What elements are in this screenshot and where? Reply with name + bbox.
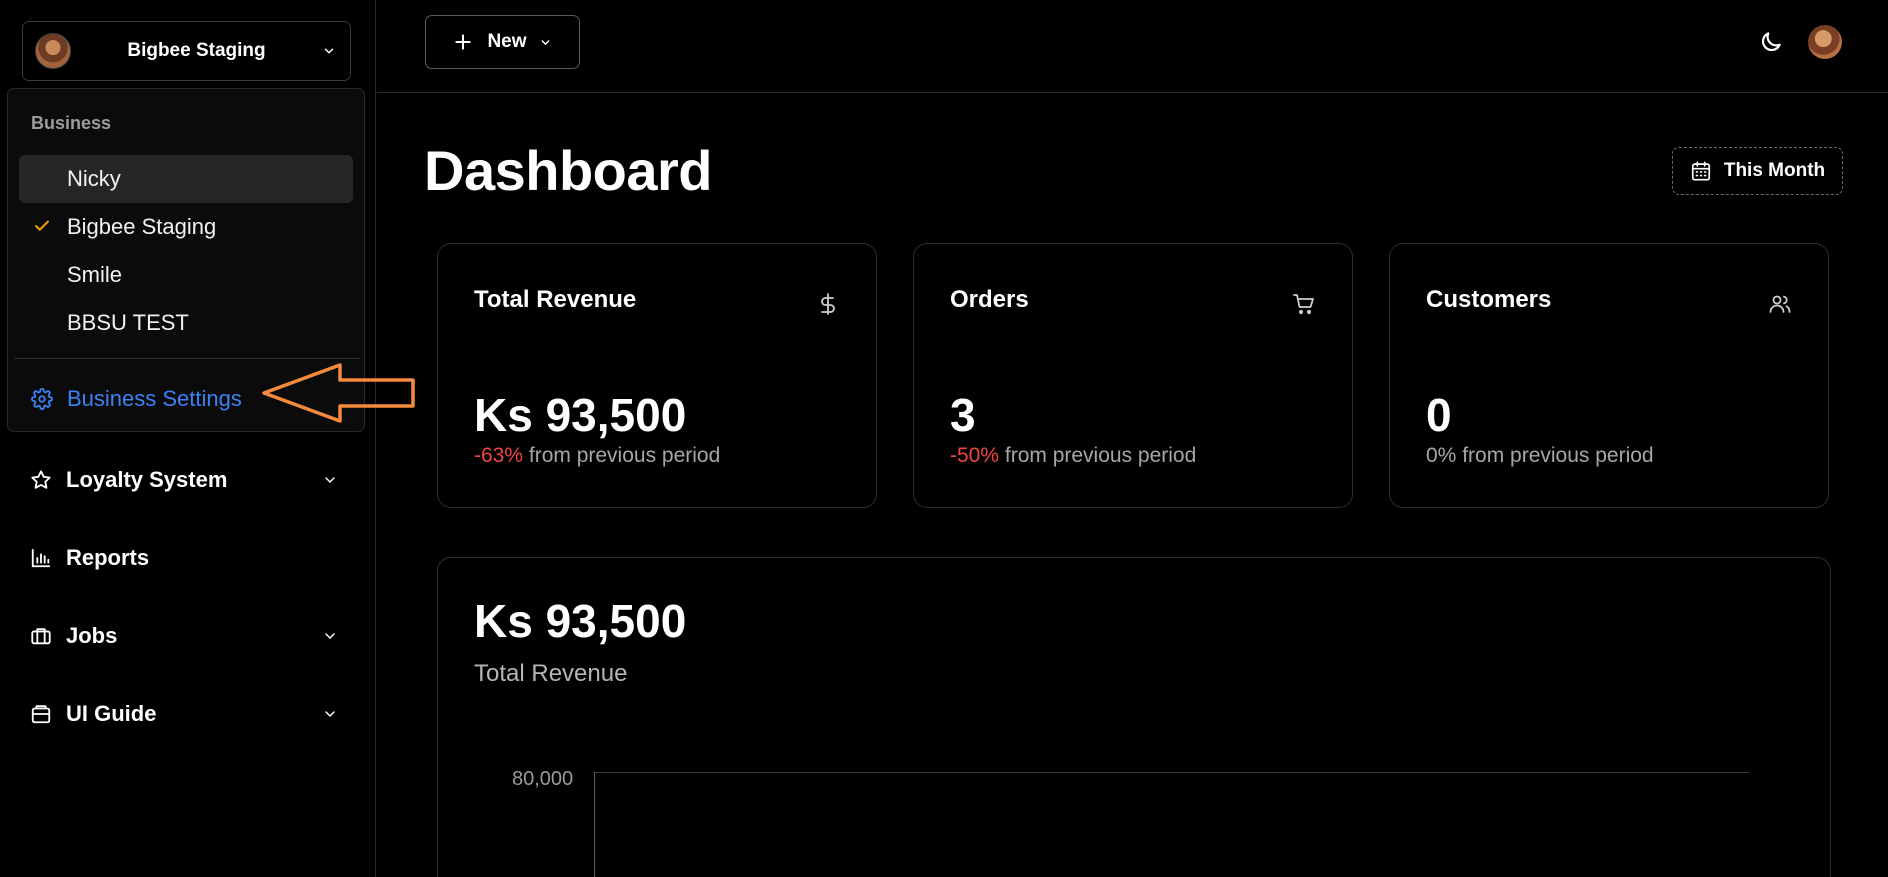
chart-y-axis [594, 772, 595, 877]
new-button-label: New [487, 31, 527, 52]
dropdown-divider [14, 358, 360, 359]
business-option-label: Bigbee Staging [67, 214, 217, 239]
period-filter-button[interactable]: This Month [1672, 147, 1843, 195]
revenue-chart-value: Ks 93,500 [474, 595, 687, 647]
annotation-arrow-icon [262, 363, 415, 423]
stat-card-change: 0% from previous period [1426, 444, 1654, 468]
sidebar-item-loyalty-system[interactable]: Loyalty System [30, 460, 346, 500]
period-filter-label: This Month [1723, 160, 1826, 181]
stat-card-change: -50% from previous period [950, 444, 1196, 468]
revenue-chart-card: Ks 93,500 Total Revenue 80,000 [437, 557, 1831, 877]
sidebar-item-label: Loyalty System [66, 467, 228, 492]
business-option-smile[interactable]: Smile [19, 251, 353, 299]
business-name: Bigbee Staging [127, 40, 266, 61]
star-icon [31, 470, 51, 489]
sidebar-item-label: Jobs [66, 623, 118, 648]
change-suffix: from previous period [999, 444, 1197, 467]
stat-card-value: Ks 93,500 [474, 389, 687, 441]
change-percent: 0% [1426, 444, 1457, 467]
bar-chart-icon [31, 548, 51, 568]
chevron-down-icon [324, 48, 334, 54]
stat-card-title: Total Revenue [474, 286, 637, 313]
stat-card-total-revenue: Total Revenue Ks 93,500 -63% from previo… [437, 243, 877, 508]
revenue-chart-label: Total Revenue [474, 660, 628, 687]
change-suffix: from previous period [1456, 444, 1654, 467]
gear-icon [31, 388, 53, 410]
business-settings-link[interactable]: Business Settings [31, 381, 242, 417]
stat-card-title: Customers [1426, 286, 1552, 313]
chevron-down-icon [325, 711, 335, 718]
chevron-down-icon [541, 39, 549, 45]
business-option-nicky[interactable]: Nicky [19, 155, 353, 203]
stat-card-title: Orders [950, 286, 1029, 313]
sidebar-item-jobs[interactable]: Jobs [30, 616, 346, 656]
stat-card-customers: Customers 0 0% from previous period [1389, 243, 1829, 508]
calendar-icon [1691, 161, 1710, 181]
sidebar-item-ui-guide[interactable]: UI Guide [30, 694, 346, 734]
stat-card-value: 3 [950, 389, 976, 441]
plus-icon [455, 34, 472, 50]
business-avatar [35, 33, 71, 69]
change-percent: -63% [474, 444, 524, 467]
dropdown-heading: Business [31, 113, 112, 133]
page-title: Dashboard [424, 139, 713, 202]
business-option-bbsu-test[interactable]: BBSU TEST [19, 299, 353, 347]
check-icon [35, 220, 49, 231]
business-switcher[interactable]: Bigbee Staging [22, 21, 351, 81]
change-suffix: from previous period [523, 444, 721, 467]
topbar: New [377, 0, 1888, 93]
dollar-icon [821, 293, 835, 315]
chevron-down-icon [325, 633, 335, 640]
sidebar-item-reports[interactable]: Reports [30, 538, 346, 578]
package-icon [31, 705, 51, 724]
user-avatar[interactable] [1808, 25, 1842, 59]
moon-icon[interactable] [1758, 29, 1784, 55]
business-settings-label: Business Settings [67, 386, 242, 411]
business-option-label: Smile [67, 262, 123, 287]
business-option-bigbee-staging[interactable]: Bigbee Staging [19, 203, 353, 251]
change-percent: -50% [950, 444, 1000, 467]
briefcase-icon [31, 628, 51, 645]
chevron-down-icon [325, 477, 335, 484]
y-axis-tick-label: 80,000 [512, 768, 574, 790]
users-icon [1769, 295, 1791, 313]
sidebar-item-label: Reports [66, 545, 150, 570]
stat-card-orders: Orders 3 -50% from previous period [913, 243, 1353, 508]
chart-gridline [595, 772, 1749, 773]
stat-card-value: 0 [1426, 389, 1452, 441]
business-option-label: Nicky [67, 166, 121, 191]
sidebar-item-label: UI Guide [66, 701, 157, 726]
business-option-label: BBSU TEST [67, 310, 189, 335]
stat-card-change: -63% from previous period [474, 444, 720, 468]
cart-icon [1293, 294, 1314, 315]
new-button[interactable]: New [425, 15, 580, 69]
